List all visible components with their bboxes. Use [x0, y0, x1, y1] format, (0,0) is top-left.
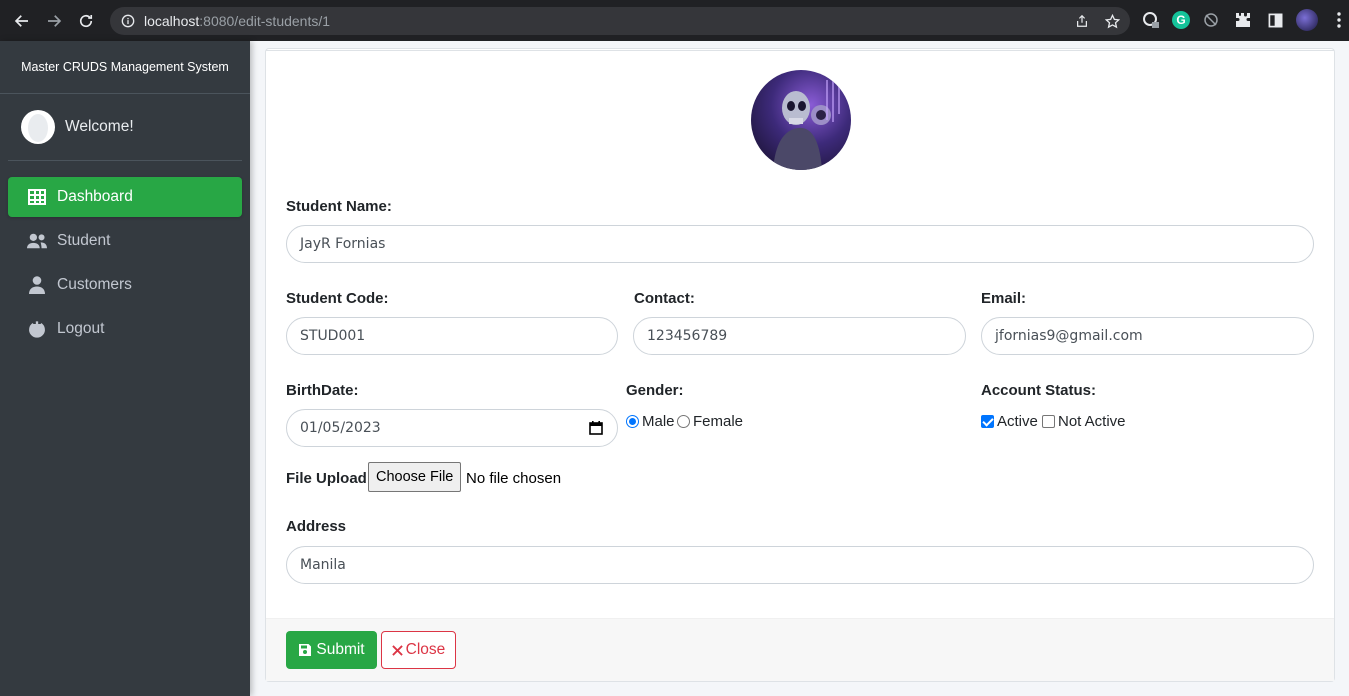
welcome-text: Welcome!	[65, 118, 134, 135]
address-bar[interactable]: localhost:8080/edit-students/1	[110, 7, 1130, 35]
profile-avatar[interactable]	[1296, 9, 1318, 31]
email-label: Email:	[981, 290, 1027, 307]
birthdate-label: BirthDate:	[286, 382, 359, 399]
sidebar-item-student[interactable]: Student	[8, 221, 242, 261]
status-active-checkbox[interactable]	[981, 415, 994, 428]
contact-input[interactable]: 123456789	[633, 317, 966, 355]
student-name-label: Student Name:	[286, 198, 392, 215]
close-label: Close	[405, 641, 446, 658]
close-button[interactable]: Close	[381, 631, 456, 669]
status-not-active-text: Not Active	[1058, 413, 1126, 430]
reload-icon[interactable]	[70, 5, 102, 37]
student-profile-image	[751, 70, 851, 170]
status-not-active-option[interactable]: Not Active	[1042, 413, 1126, 430]
account-status-label: Account Status:	[981, 382, 1097, 399]
birthdate-input[interactable]: 01/05/2023	[286, 409, 618, 447]
url-text: localhost:8080/edit-students/1	[144, 13, 331, 29]
sidebar-item-customers[interactable]: Customers	[8, 265, 242, 305]
sidebar-item-label: Dashboard	[57, 188, 133, 205]
grammarly-icon[interactable]: G	[1172, 11, 1190, 29]
gender-male-option[interactable]: Male	[626, 413, 675, 430]
file-upload-label: File Upload	[286, 470, 367, 487]
gender-female-option[interactable]: Female	[677, 413, 743, 430]
site-info-icon[interactable]	[120, 13, 136, 29]
browser-toolbar: localhost:8080/edit-students/1 G	[0, 0, 1349, 41]
sidebar: Master CRUDS Management System Welcome! …	[0, 41, 250, 696]
gender-male-text: Male	[642, 413, 675, 430]
sidebar-item-label: Student	[57, 232, 111, 249]
status-active-text: Active	[997, 413, 1038, 430]
birthdate-value: 01/05/2023	[300, 420, 381, 436]
address-input[interactable]: Manila	[286, 546, 1314, 584]
edit-student-card: Student Name: JayR Fornias Student Code:…	[265, 48, 1335, 682]
calendar-icon[interactable]	[589, 421, 603, 435]
close-x-icon	[391, 644, 403, 656]
extension-sync-icon[interactable]	[1200, 9, 1222, 31]
sidebar-item-label: Logout	[57, 320, 105, 337]
sidebar-item-logout[interactable]: Logout	[8, 309, 242, 349]
student-code-input[interactable]: STUD001	[286, 317, 618, 355]
power-icon	[26, 319, 48, 339]
user-panel: Welcome!	[8, 94, 242, 161]
side-panel-icon[interactable]	[1264, 9, 1286, 31]
gender-female-text: Female	[693, 413, 744, 430]
save-icon	[299, 644, 312, 656]
address-label: Address	[286, 518, 347, 535]
card-footer: Submit Close	[266, 618, 1334, 681]
gender-label: Gender:	[626, 382, 684, 399]
gender-female-radio[interactable]	[677, 415, 690, 428]
extension-lens-icon[interactable]	[1140, 9, 1162, 31]
user-icon	[26, 275, 48, 295]
submit-label: Submit	[316, 641, 365, 658]
email-input[interactable]: jfornias9@gmail.com	[981, 317, 1314, 355]
sidebar-item-label: Customers	[57, 276, 132, 293]
extensions-puzzle-icon[interactable]	[1232, 9, 1254, 31]
back-arrow-icon[interactable]	[6, 5, 38, 37]
sidebar-item-dashboard[interactable]: Dashboard	[8, 177, 242, 217]
brand-title[interactable]: Master CRUDS Management System	[0, 41, 250, 94]
card-divider	[266, 49, 1334, 51]
user-avatar	[21, 110, 55, 144]
menu-kebab-icon[interactable]	[1328, 9, 1349, 31]
bookmark-star-icon[interactable]	[1104, 13, 1120, 29]
sidebar-menu: Dashboard Student Customers Logout	[0, 177, 250, 349]
status-not-active-checkbox[interactable]	[1042, 415, 1055, 428]
gender-male-radio[interactable]	[626, 415, 639, 428]
file-status-text: No file chosen	[466, 470, 562, 487]
contact-label: Contact:	[634, 290, 695, 307]
submit-button[interactable]: Submit	[286, 631, 377, 669]
student-name-input[interactable]: JayR Fornias	[286, 225, 1314, 263]
forward-arrow-icon[interactable]	[38, 5, 70, 37]
table-grid-icon	[26, 187, 48, 207]
student-code-label: Student Code:	[286, 290, 389, 307]
share-icon[interactable]	[1074, 13, 1090, 29]
status-active-option[interactable]: Active	[981, 413, 1038, 430]
choose-file-button[interactable]: Choose File	[368, 462, 462, 492]
users-icon	[26, 231, 48, 251]
